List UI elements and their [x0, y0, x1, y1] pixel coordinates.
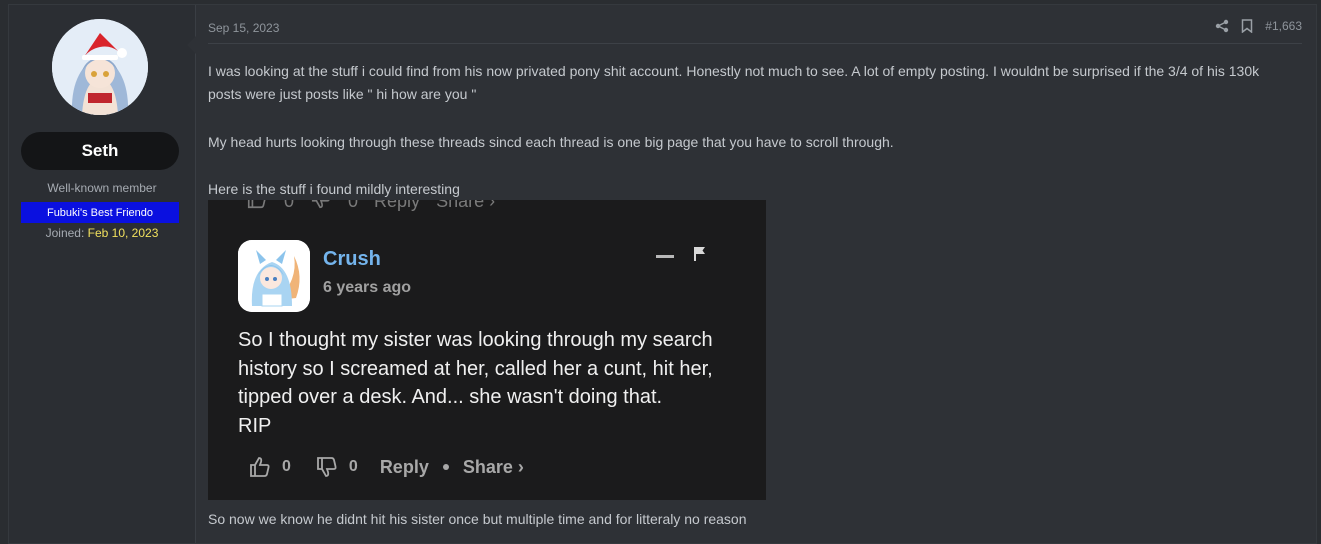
- comment-line-1: So I thought my sister was looking throu…: [238, 329, 713, 351]
- faded-comment-actions: 0 0 Reply Share ›: [246, 200, 495, 215]
- post-paragraph-1: I was looking at the stuff i could find …: [208, 63, 1260, 102]
- joined-date: Feb 10, 2023: [87, 226, 159, 240]
- post-paragraph-after: So now we know he didnt hit his sister o…: [208, 511, 747, 527]
- comment-line-3: tipped over a desk. And... she wasn't do…: [238, 386, 663, 408]
- post-number[interactable]: #1,663: [1265, 19, 1302, 33]
- thumbs-up-icon: [246, 200, 268, 215]
- username[interactable]: Seth: [21, 132, 179, 170]
- faded-likes: 0: [284, 200, 295, 211]
- post-paragraph-3: Here is the stuff i found mildly interes…: [208, 181, 460, 197]
- faded-dislikes: 0: [348, 200, 359, 211]
- thumbs-down-icon: [315, 455, 339, 479]
- post-date[interactable]: Sep 15, 2023: [208, 21, 279, 35]
- comment-line-2: history so I screamed at her, called her…: [238, 357, 713, 380]
- user-banner: Fubuki's Best Friendo: [21, 202, 179, 223]
- minimize-icon: [656, 255, 674, 258]
- post-header-actions: #1,663: [1215, 19, 1302, 33]
- message-arrow: [187, 35, 197, 55]
- reply-label: Reply: [379, 456, 429, 477]
- comment-line-4: RIP: [238, 414, 272, 437]
- user-info-column: Seth Well-known member Fubuki's Best Fri…: [9, 5, 196, 543]
- faded-reply: Reply: [374, 200, 421, 211]
- flag-icon: [693, 246, 707, 267]
- separator-dot: [442, 464, 449, 470]
- like-count: 0: [282, 458, 291, 475]
- user-title: Well-known member: [47, 181, 157, 195]
- commenter-avatar: [238, 240, 310, 312]
- post-paragraph-2: My head hurts looking through these thre…: [208, 134, 894, 150]
- comment-actions: 0 0 Reply Share ›: [248, 455, 524, 479]
- share-label: Share ›: [462, 456, 524, 477]
- comment-time: 6 years ago: [323, 279, 412, 296]
- dislike-count: 0: [348, 458, 358, 475]
- commenter-name: Crush: [323, 248, 381, 270]
- share-icon[interactable]: [1215, 19, 1229, 33]
- forum-post: Seth Well-known member Fubuki's Best Fri…: [8, 4, 1317, 544]
- embedded-screenshot: 0 0 Reply Share › Crush 6 years ago So I…: [208, 200, 766, 500]
- joined-label: Joined:: [45, 226, 85, 240]
- thumbs-down-icon: [310, 200, 332, 215]
- faded-share: Share ›: [436, 200, 496, 211]
- comment-body: So I thought my sister was looking throu…: [238, 326, 748, 440]
- post-header: Sep 15, 2023 #1,663: [208, 19, 1302, 44]
- joined-info: Joined: Feb 10, 2023: [9, 226, 195, 240]
- bookmark-icon[interactable]: [1241, 19, 1253, 33]
- user-avatar[interactable]: [52, 19, 148, 115]
- thumbs-up-icon: [248, 455, 272, 479]
